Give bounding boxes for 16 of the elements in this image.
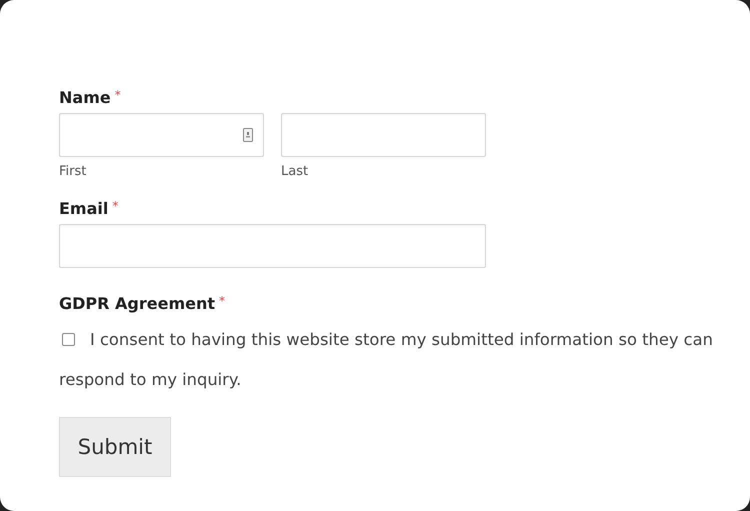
required-mark: * (219, 294, 226, 308)
email-field[interactable] (59, 224, 486, 268)
required-mark: * (114, 88, 121, 102)
field-label: Email (59, 199, 108, 218)
field-label: Name (59, 88, 111, 107)
field-label: GDPR Agreement (59, 294, 216, 313)
consent-checkbox[interactable] (62, 332, 75, 346)
field-sublabel: First (59, 164, 86, 179)
text-field[interactable] (59, 113, 264, 157)
contact-card-icon[interactable] (243, 128, 253, 142)
consent-text: I consent to having this website store my submitted information so they can (90, 330, 713, 348)
field-sublabel: Last (281, 164, 308, 179)
required-mark: * (112, 199, 118, 213)
text-field[interactable] (281, 113, 486, 157)
submit-button[interactable]: Submit (59, 417, 171, 477)
consent-text: respond to my inquiry. (59, 370, 242, 388)
